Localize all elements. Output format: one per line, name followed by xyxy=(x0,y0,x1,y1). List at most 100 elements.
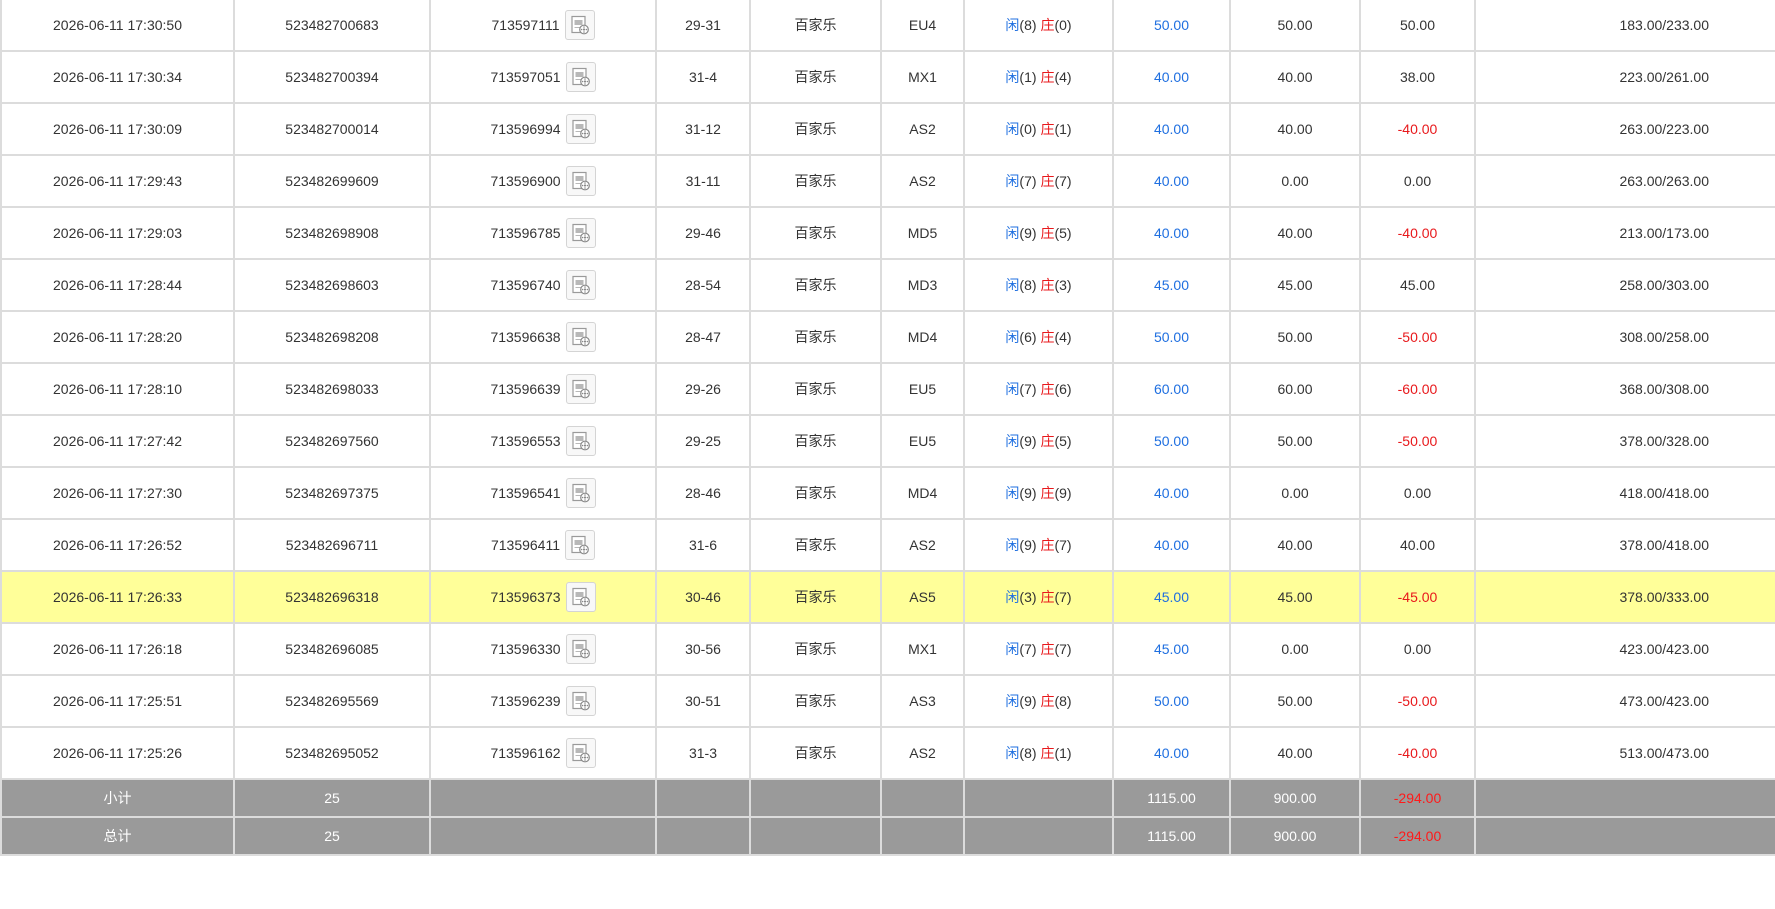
total-label: 总计 xyxy=(0,816,235,856)
valid-bet: 0.00 xyxy=(1229,622,1361,676)
banker-value: (7) xyxy=(1054,537,1072,553)
game-name: 百家乐 xyxy=(749,50,882,104)
round-number-cell: 713596373 xyxy=(429,570,657,624)
video-replay-icon[interactable] xyxy=(565,218,596,248)
video-replay-icon[interactable] xyxy=(565,322,596,352)
bet-time: 2026-06-11 17:28:20 xyxy=(0,310,235,364)
game-name: 百家乐 xyxy=(749,102,882,156)
video-replay-icon[interactable] xyxy=(565,426,596,456)
player-value: (9) xyxy=(1019,537,1037,553)
table-row: 2026-06-11 17:28:10 523482698033 713596639… xyxy=(0,362,1775,416)
video-replay-icon[interactable] xyxy=(565,166,596,196)
bet-time: 2026-06-11 17:27:42 xyxy=(0,414,235,468)
player-label: 闲 xyxy=(1005,485,1020,501)
round-number-cell: 713596638 xyxy=(429,310,657,364)
player-value: (9) xyxy=(1019,225,1037,241)
shoe-number: 28-46 xyxy=(655,466,751,520)
game-name: 百家乐 xyxy=(749,622,882,676)
bet-amount: 50.00 xyxy=(1112,674,1231,728)
table-code: EU5 xyxy=(880,362,965,416)
total-valid-bet: 900.00 xyxy=(1229,816,1361,856)
round-number-cell: 713596553 xyxy=(429,414,657,468)
video-replay-icon[interactable] xyxy=(565,686,596,716)
video-replay-icon[interactable] xyxy=(565,374,596,404)
bet-amount: 60.00 xyxy=(1112,362,1231,416)
bet-time: 2026-06-11 17:28:10 xyxy=(0,362,235,416)
round-number: 713596994 xyxy=(490,121,561,137)
table-code: MD3 xyxy=(880,258,965,312)
video-replay-icon[interactable] xyxy=(565,582,596,612)
bet-time: 2026-06-11 17:29:03 xyxy=(0,206,235,260)
order-number: 523482699609 xyxy=(233,154,431,208)
win-loss: 38.00 xyxy=(1359,50,1476,104)
round-number-cell: 713596330 xyxy=(429,622,657,676)
banker-label: 庄 xyxy=(1040,641,1055,657)
banker-value: (3) xyxy=(1054,277,1072,293)
round-number-cell: 713597051 xyxy=(429,50,657,104)
result-cell: 闲(0) 庄(1) xyxy=(963,102,1114,156)
round-number: 713596330 xyxy=(490,641,561,657)
win-loss: -40.00 xyxy=(1359,726,1476,780)
valid-bet: 40.00 xyxy=(1229,50,1361,104)
win-loss: -50.00 xyxy=(1359,414,1476,468)
table-row: 2026-06-11 17:26:33 523482696318 713596373… xyxy=(0,570,1775,624)
bet-time: 2026-06-11 17:30:34 xyxy=(0,50,235,104)
video-replay-icon[interactable] xyxy=(564,10,595,40)
balance-before-after: 418.00/418.00 xyxy=(1474,466,1775,520)
shoe-number: 30-56 xyxy=(655,622,751,676)
valid-bet: 45.00 xyxy=(1229,258,1361,312)
video-replay-icon[interactable] xyxy=(565,634,596,664)
video-replay-icon[interactable] xyxy=(565,530,596,560)
banker-label: 庄 xyxy=(1040,69,1055,85)
valid-bet: 60.00 xyxy=(1229,362,1361,416)
bet-amount: 40.00 xyxy=(1112,726,1231,780)
round-number-cell: 713596239 xyxy=(429,674,657,728)
order-number: 523482696711 xyxy=(233,518,431,572)
total-empty-cell xyxy=(429,816,657,856)
round-number-cell: 713596900 xyxy=(429,154,657,208)
player-value: (7) xyxy=(1019,381,1037,397)
subtotal-empty-cell xyxy=(655,778,751,818)
video-replay-icon[interactable] xyxy=(565,478,596,508)
balance-before-after: 308.00/258.00 xyxy=(1474,310,1775,364)
round-number-cell: 713596740 xyxy=(429,258,657,312)
player-label: 闲 xyxy=(1005,693,1020,709)
balance-before-after: 213.00/173.00 xyxy=(1474,206,1775,260)
win-loss: 40.00 xyxy=(1359,518,1476,572)
table-row: 2026-06-11 17:26:52 523482696711 713596411… xyxy=(0,518,1775,572)
player-label: 闲 xyxy=(1005,381,1020,397)
banker-label: 庄 xyxy=(1040,693,1055,709)
shoe-number: 30-51 xyxy=(655,674,751,728)
banker-value: (5) xyxy=(1054,225,1072,241)
banker-label: 庄 xyxy=(1040,17,1055,33)
player-value: (6) xyxy=(1019,329,1037,345)
balance-before-after: 378.00/418.00 xyxy=(1474,518,1775,572)
banker-value: (7) xyxy=(1054,641,1072,657)
table-code: EU4 xyxy=(880,0,965,52)
player-label: 闲 xyxy=(1005,121,1020,137)
game-name: 百家乐 xyxy=(749,518,882,572)
video-replay-icon[interactable] xyxy=(565,738,596,768)
table-row: 2026-06-11 17:25:51 523482695569 713596239… xyxy=(0,674,1775,728)
round-number: 713596740 xyxy=(490,277,561,293)
banker-value: (1) xyxy=(1054,121,1072,137)
balance-before-after: 223.00/261.00 xyxy=(1474,50,1775,104)
table-code: AS2 xyxy=(880,726,965,780)
balance-before-after: 473.00/423.00 xyxy=(1474,674,1775,728)
video-replay-icon[interactable] xyxy=(565,114,596,144)
video-replay-icon[interactable] xyxy=(565,270,596,300)
order-number: 523482697375 xyxy=(233,466,431,520)
table-code: MX1 xyxy=(880,622,965,676)
bet-amount: 50.00 xyxy=(1112,0,1231,52)
table-row: 2026-06-11 17:25:26 523482695052 713596162… xyxy=(0,726,1775,780)
shoe-number: 31-3 xyxy=(655,726,751,780)
table-code: AS5 xyxy=(880,570,965,624)
subtotal-count: 25 xyxy=(233,778,431,818)
balance-before-after: 263.00/223.00 xyxy=(1474,102,1775,156)
banker-value: (4) xyxy=(1054,329,1072,345)
table-row: 2026-06-11 17:30:50 523482700683 713597111… xyxy=(0,0,1775,52)
win-loss: -50.00 xyxy=(1359,310,1476,364)
win-loss: -45.00 xyxy=(1359,570,1476,624)
video-replay-icon[interactable] xyxy=(565,62,596,92)
win-loss: 0.00 xyxy=(1359,622,1476,676)
